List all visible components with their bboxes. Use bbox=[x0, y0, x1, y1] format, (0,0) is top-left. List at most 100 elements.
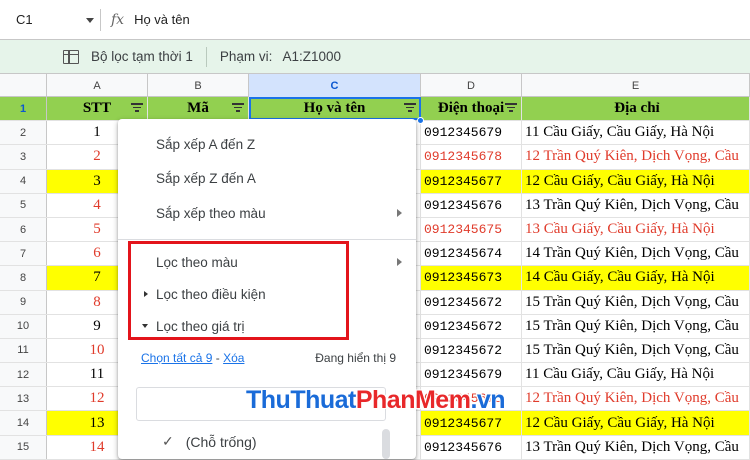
column-header-c[interactable]: C bbox=[249, 74, 421, 97]
cell-phone[interactable]: 0912345675 bbox=[421, 217, 522, 242]
column-header-e[interactable]: E bbox=[522, 74, 750, 97]
menu-item-label: Sắp xếp A đến Z bbox=[156, 136, 256, 152]
header-cell-name[interactable]: Họ và tên bbox=[249, 97, 421, 121]
function-icon: fx bbox=[111, 11, 125, 28]
link-separator: - bbox=[215, 351, 220, 365]
row-number[interactable]: 6 bbox=[0, 217, 47, 242]
clear-link[interactable]: Xóa bbox=[223, 351, 244, 365]
header-label: STT bbox=[82, 100, 112, 117]
menu-divider bbox=[118, 239, 416, 240]
cell-phone[interactable]: 0912345679 bbox=[421, 121, 522, 145]
column-header-b[interactable]: B bbox=[148, 74, 249, 97]
select-all-link[interactable]: Chọn tất cả 9 bbox=[141, 351, 212, 365]
cell-phone[interactable]: 0912345678 bbox=[421, 145, 522, 169]
filter-icon[interactable] bbox=[232, 103, 244, 113]
row-number[interactable]: 15 bbox=[0, 435, 47, 459]
header-cell-stt[interactable]: STT bbox=[47, 97, 148, 121]
name-box[interactable]: C1 bbox=[0, 0, 100, 40]
filter-icon[interactable] bbox=[404, 103, 416, 113]
chevron-right-icon bbox=[397, 209, 402, 217]
cell-address[interactable]: 12 Cầu Giấy, Cầu Giấy, Hà Nội bbox=[522, 411, 750, 435]
row-number[interactable]: 11 bbox=[0, 338, 47, 363]
row-number[interactable]: 8 bbox=[0, 266, 47, 290]
row-number[interactable]: 9 bbox=[0, 290, 47, 314]
cell-phone[interactable]: 0912345672 bbox=[421, 314, 522, 338]
header-label: Họ và tên bbox=[303, 100, 366, 117]
cell-address[interactable]: 14 Trần Quý Kiên, Dịch Vọng, Cầu bbox=[522, 242, 750, 266]
row-number[interactable]: 14 bbox=[0, 411, 47, 435]
filter-view-name[interactable]: Bộ lọc tạm thời 1 bbox=[91, 49, 193, 64]
header-row: 1 STT Mã Họ và tên Điện thoại Địa chỉ bbox=[0, 97, 750, 122]
divider bbox=[100, 8, 101, 31]
cell-phone[interactable]: 0912345672 bbox=[421, 338, 522, 363]
cell-phone[interactable]: 0912345672 bbox=[421, 290, 522, 314]
cell-address[interactable]: 11 Cầu Giấy, Cầu Giấy, Hà Nội bbox=[522, 121, 750, 145]
cell-address[interactable]: 12 Trần Quý Kiên, Dịch Vọng, Cầu bbox=[522, 387, 750, 411]
cell-address[interactable]: 14 Cầu Giấy, Cầu Giấy, Hà Nội bbox=[522, 266, 750, 290]
cell-address[interactable]: 13 Trần Quý Kiên, Dịch Vọng, Cầu bbox=[522, 435, 750, 459]
formula-bar: C1 fx Họ và tên bbox=[0, 0, 750, 40]
column-header-a[interactable]: A bbox=[47, 74, 148, 97]
scrollbar[interactable] bbox=[382, 429, 390, 459]
row-number[interactable]: 12 bbox=[0, 363, 47, 387]
formula-input[interactable]: Họ và tên bbox=[134, 12, 190, 27]
row-number[interactable]: 13 bbox=[0, 387, 47, 411]
menu-item-label: Sắp xếp theo màu bbox=[156, 205, 266, 221]
watermark-part: PhanMem bbox=[355, 386, 471, 414]
cell-phone[interactable]: 0912345674 bbox=[421, 242, 522, 266]
column-headers: A B C D E bbox=[0, 74, 750, 97]
value-checkbox-blank[interactable]: ✓ (Chỗ trống) bbox=[162, 433, 257, 450]
table-icon bbox=[63, 49, 79, 64]
watermark-part: ThuThuat bbox=[246, 386, 356, 414]
cell-phone[interactable]: 0912345673 bbox=[421, 266, 522, 290]
header-label: Địa chỉ bbox=[614, 100, 660, 117]
cell-address[interactable]: 12 Trần Quý Kiên, Dịch Vọng, Cầu bbox=[522, 145, 750, 169]
watermark: ThuThuatPhanMem.vn bbox=[246, 386, 506, 415]
select-links: Chọn tất cả 9 - Xóa bbox=[141, 351, 244, 365]
divider bbox=[205, 46, 207, 67]
cell-phone[interactable]: 0912345676 bbox=[421, 193, 522, 217]
filter-icon[interactable] bbox=[131, 103, 143, 113]
range-label: Phạm vi: bbox=[219, 49, 273, 64]
value-label: (Chỗ trống) bbox=[185, 433, 257, 450]
select-all-corner[interactable] bbox=[0, 74, 47, 97]
filter-icon[interactable] bbox=[505, 103, 517, 113]
cell-address[interactable]: 12 Cầu Giấy, Cầu Giấy, Hà Nội bbox=[522, 169, 750, 193]
cell-address[interactable]: 13 Cầu Giấy, Cầu Giấy, Hà Nội bbox=[522, 217, 750, 242]
menu-item-sort-az[interactable]: Sắp xếp A đến Z bbox=[118, 129, 416, 159]
column-header-d[interactable]: D bbox=[421, 74, 522, 97]
cell-reference: C1 bbox=[16, 12, 33, 27]
header-label: Mã bbox=[187, 100, 209, 117]
header-cell-address[interactable]: Địa chỉ bbox=[522, 97, 750, 121]
menu-item-sort-color[interactable]: Sắp xếp theo màu bbox=[118, 198, 416, 228]
cell-address[interactable]: 15 Trần Quý Kiên, Dịch Vọng, Cầu bbox=[522, 314, 750, 338]
filter-view-bar: Bộ lọc tạm thời 1 Phạm vi: A1:Z1000 bbox=[0, 40, 750, 74]
chevron-down-icon[interactable] bbox=[86, 17, 94, 23]
annotation-highlight-box bbox=[128, 241, 349, 340]
check-icon[interactable]: ✓ bbox=[162, 433, 174, 450]
row-number[interactable]: 4 bbox=[0, 169, 47, 193]
cell-phone[interactable]: 0912345677 bbox=[421, 169, 522, 193]
watermark-part: .vn bbox=[470, 386, 506, 414]
row-number[interactable]: 3 bbox=[0, 145, 47, 169]
header-cell-phone[interactable]: Điện thoại bbox=[421, 97, 522, 121]
header-label: Điện thoại bbox=[437, 100, 505, 117]
row-number[interactable]: 10 bbox=[0, 314, 47, 338]
selection-handle[interactable] bbox=[417, 117, 424, 124]
chevron-right-icon bbox=[397, 258, 402, 266]
cell-address[interactable]: 13 Trần Quý Kiên, Dịch Vọng, Cầu bbox=[522, 193, 750, 217]
menu-item-label: Sắp xếp Z đến A bbox=[156, 170, 256, 186]
cell-phone[interactable]: 0912345676 bbox=[421, 435, 522, 459]
cell-address[interactable]: 15 Trần Quý Kiên, Dịch Vọng, Cầu bbox=[522, 290, 750, 314]
row-number[interactable]: 7 bbox=[0, 242, 47, 266]
range-value[interactable]: A1:Z1000 bbox=[282, 49, 341, 64]
showing-count: Đang hiển thị 9 bbox=[315, 351, 396, 365]
cell-phone[interactable]: 0912345679 bbox=[421, 363, 522, 387]
cell-address[interactable]: 15 Trần Quý Kiên, Dịch Vọng, Cầu bbox=[522, 338, 750, 363]
row-number[interactable]: 5 bbox=[0, 193, 47, 217]
row-number[interactable]: 1 bbox=[0, 97, 47, 121]
header-cell-ma[interactable]: Mã bbox=[148, 97, 249, 121]
row-number[interactable]: 2 bbox=[0, 121, 47, 145]
menu-item-sort-za[interactable]: Sắp xếp Z đến A bbox=[118, 163, 416, 193]
cell-address[interactable]: 11 Cầu Giấy, Cầu Giấy, Hà Nội bbox=[522, 363, 750, 387]
